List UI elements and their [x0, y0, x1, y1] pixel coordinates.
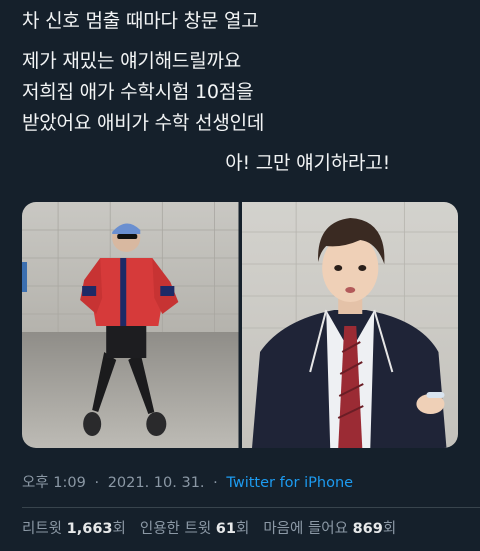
tweet-source-link[interactable]: Twitter for iPhone	[226, 475, 353, 491]
retweet-label: 리트윗	[22, 521, 63, 537]
tweet-line-5: 아! 그만 얘기하라고!	[225, 152, 390, 174]
tweet-media	[22, 202, 458, 448]
tweet-date[interactable]: 2021. 10. 31.	[108, 475, 205, 491]
tweet-line-2: 제가 재밌는 얘기해드릴까요	[22, 50, 242, 72]
tweet-line-1: 차 신호 멈출 때마다 창문 열고	[22, 10, 259, 32]
dancer-photo[interactable]	[22, 202, 239, 448]
student-photo[interactable]	[241, 202, 458, 448]
tweet-line-3: 저희집 애가 수학시험 10점을	[22, 81, 254, 103]
like-unit: 회	[382, 521, 397, 537]
quote-unit: 회	[235, 521, 250, 537]
retweet-stat[interactable]: 리트윗 1,663회	[22, 517, 126, 538]
quote-label: 인용한 트윗	[139, 521, 212, 537]
tweet-text: 차 신호 멈출 때마다 창문 열고 제가 재밌는 얘기해드릴까요 저희집 애가 …	[22, 6, 462, 179]
quote-stat[interactable]: 인용한 트윗 61회	[140, 517, 249, 538]
tweet-meta: 오후 1:09 · 2021. 10. 31. · Twitter for iP…	[22, 471, 353, 492]
meta-separator: ·	[94, 475, 100, 491]
quote-count: 61	[215, 521, 236, 537]
like-label: 마음에 들어요	[263, 521, 348, 537]
tweet-time[interactable]: 오후 1:09	[22, 475, 86, 491]
meta-separator-2: ·	[213, 475, 218, 491]
like-count: 869	[352, 521, 383, 537]
student-photo-image	[241, 202, 458, 448]
retweet-count: 1,663	[66, 521, 113, 537]
retweet-unit: 회	[112, 521, 126, 537]
dancer-photo-image	[22, 202, 239, 448]
tweet-stats: 리트윗 1,663회 인용한 트윗 61회 마음에 들어요 869회	[22, 517, 396, 538]
like-stat[interactable]: 마음에 들어요 869회	[263, 517, 396, 538]
divider	[22, 507, 480, 508]
tweet-line-4: 받았어요 애비가 수학 선생인데	[22, 112, 265, 134]
